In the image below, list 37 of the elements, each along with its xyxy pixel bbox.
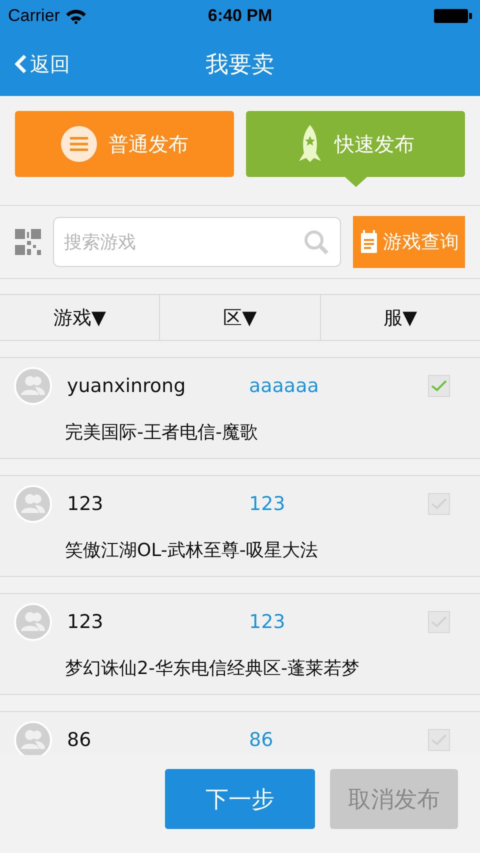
back-button[interactable]: 返回: [0, 50, 70, 78]
checkbox[interactable]: [428, 375, 450, 397]
game-server-path: 完美国际-王者电信-魔歌: [65, 422, 258, 443]
user-name: 86: [67, 729, 92, 751]
rocket-icon: [296, 125, 322, 163]
avatar-icon: [14, 603, 52, 641]
battery-icon: [434, 8, 472, 24]
wifi-icon: [66, 8, 86, 24]
listing-card[interactable]: yuanxinrong aaaaaa 完美国际-王者电信-魔歌: [0, 357, 480, 459]
checkmark-icon: [431, 380, 447, 392]
checkbox[interactable]: [428, 729, 450, 751]
carrier-name: Carrier: [8, 6, 60, 26]
region-name: 86: [249, 729, 274, 751]
checkbox[interactable]: [428, 611, 450, 633]
status-time: 6:40 PM: [208, 6, 272, 25]
listing-card[interactable]: 86 86: [0, 711, 480, 755]
checkbox[interactable]: [428, 493, 450, 515]
user-name: 123: [67, 611, 104, 633]
user-name: 123: [67, 493, 104, 515]
search-icon: [303, 229, 329, 255]
menu-icon: [60, 126, 96, 162]
region-name: aaaaaa: [249, 375, 319, 397]
avatar-icon: [14, 485, 52, 523]
game-server-path: 笑傲江湖OL-武林至尊-吸星大法: [65, 540, 318, 561]
back-chevron-icon: [14, 54, 28, 74]
page-title: 我要卖: [206, 52, 274, 78]
next-button[interactable]: 下一步: [165, 769, 315, 829]
listing-card[interactable]: 123 123 梦幻诛仙2-华东电信经典区-蓬莱若梦: [0, 593, 480, 695]
avatar-icon: [14, 367, 52, 405]
game-server-path: 梦幻诛仙2-华东电信经典区-蓬莱若梦: [65, 658, 360, 679]
notepad-icon: [359, 230, 379, 254]
qr-code-icon: [15, 229, 41, 255]
listing-card[interactable]: 123 123 笑傲江湖OL-武林至尊-吸星大法: [0, 475, 480, 577]
region-name: 123: [249, 493, 286, 515]
region-name: 123: [249, 611, 286, 633]
user-name: yuanxinrong: [67, 375, 187, 397]
search-field[interactable]: 搜索游戏: [53, 217, 341, 267]
